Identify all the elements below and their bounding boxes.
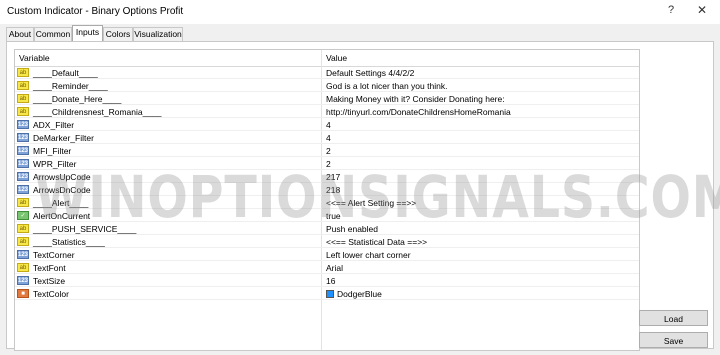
table-row[interactable]: ab ____PUSH_SERVICE____ Push enabled (15, 223, 639, 235)
number-type-icon: 123 (17, 185, 29, 194)
variable-value[interactable]: 4 (326, 120, 331, 130)
table-row[interactable]: 123 ArrowsDnCode 218 (15, 184, 639, 196)
tab-visualization[interactable]: Visualization (133, 27, 183, 41)
variable-value[interactable]: <<== Statistical Data ==>> (326, 237, 427, 247)
title-bar: Custom Indicator - Binary Options Profit… (0, 0, 720, 24)
variable-value[interactable]: http://tinyurl.com/DonateChildrensHomeRo… (326, 107, 511, 117)
table-row[interactable]: ab ____Statistics____ <<== Statistical Dat… (15, 236, 639, 248)
variable-name: ArrowsDnCode (33, 185, 91, 195)
text-type-icon: ab (17, 224, 29, 233)
number-type-icon: 123 (17, 250, 29, 259)
table-row[interactable]: 123 TextCorner Left lower chart corner (15, 249, 639, 261)
variable-name: DeMarker_Filter (33, 133, 94, 143)
variable-name: MFI_Filter (33, 146, 72, 156)
variable-name: AlertOnCurrent (33, 211, 91, 221)
grid-header: Variable Value (15, 50, 639, 67)
number-type-icon: 123 (17, 120, 29, 129)
variable-name: ____PUSH_SERVICE____ (33, 224, 137, 234)
color-swatch (326, 290, 334, 298)
variable-value[interactable]: DodgerBlue (326, 289, 382, 299)
value-column-header: Value (326, 53, 348, 63)
tab-inputs[interactable]: Inputs (72, 25, 103, 42)
table-row[interactable]: ab TextFont Arial (15, 262, 639, 274)
table-row[interactable]: ■ TextColor DodgerBlue (15, 288, 639, 300)
table-row[interactable]: ab ____Donate_Here____ Making Money with i… (15, 93, 639, 105)
variable-value[interactable]: Default Settings 4/4/2/2 (326, 68, 414, 78)
table-row[interactable]: ab ____Reminder____ God is a lot nicer tha… (15, 80, 639, 92)
variable-name: ____Alert____ (33, 198, 89, 208)
save-button[interactable]: Save (639, 332, 708, 348)
text-type-icon: ab (17, 68, 29, 77)
variable-value[interactable]: 2 (326, 146, 331, 156)
variable-value[interactable]: true (326, 211, 341, 221)
variable-value[interactable]: God is a lot nicer than you think. (326, 81, 447, 91)
text-type-icon: ab (17, 81, 29, 90)
color-name: DodgerBlue (337, 289, 382, 299)
color-type-icon: ■ (17, 289, 29, 298)
variable-name: ____Reminder____ (33, 81, 108, 91)
text-type-icon: ab (17, 263, 29, 272)
window-title: Custom Indicator - Binary Options Profit (7, 6, 184, 17)
variable-column-header: Variable (19, 53, 50, 63)
table-row[interactable]: 123 ADX_Filter 4 (15, 119, 639, 131)
variable-name: ADX_Filter (33, 120, 75, 130)
load-button[interactable]: Load (639, 310, 708, 326)
variable-name: TextColor (33, 289, 69, 299)
table-row[interactable]: 123 DeMarker_Filter 4 (15, 132, 639, 144)
number-type-icon: 123 (17, 133, 29, 142)
variable-name: ArrowsUpCode (33, 172, 91, 182)
variable-name: ____Childrensnest_Romania____ (33, 107, 162, 117)
inputs-panel: Variable Value ab ____Default____ Default … (6, 41, 714, 351)
number-type-icon: 123 (17, 172, 29, 181)
variable-value[interactable]: Left lower chart corner (326, 250, 411, 260)
number-type-icon: 123 (17, 159, 29, 168)
table-row[interactable]: ab ____Default____ Default Settings 4/4/2/… (15, 67, 639, 79)
boolean-type-icon: ✓ (17, 211, 29, 220)
variable-value[interactable]: 217 (326, 172, 340, 182)
variable-name: TextSize (33, 276, 66, 286)
number-type-icon: 123 (17, 146, 29, 155)
number-type-icon: 123 (17, 276, 29, 285)
variable-value[interactable]: <<== Alert Setting ==>> (326, 198, 416, 208)
variable-name: TextCorner (33, 250, 75, 260)
variable-value[interactable]: Arial (326, 263, 343, 273)
close-button[interactable]: ✕ (690, 3, 714, 21)
tab-colors[interactable]: Colors (103, 27, 133, 41)
inputs-grid: Variable Value ab ____Default____ Default … (14, 49, 640, 351)
tab-common[interactable]: Common (34, 27, 72, 41)
variable-name: ____Default____ (33, 68, 98, 78)
variable-value[interactable]: 4 (326, 133, 331, 143)
table-row[interactable]: ✓ AlertOnCurrent true (15, 210, 639, 222)
table-row[interactable]: 123 MFI_Filter 2 (15, 145, 639, 157)
variable-name: ____Donate_Here____ (33, 94, 122, 104)
variable-name: TextFont (33, 263, 66, 273)
variable-value[interactable]: 2 (326, 159, 331, 169)
variable-value[interactable]: Making Money with it? Consider Donating … (326, 94, 505, 104)
table-row[interactable]: ab ____Alert____ <<== Alert Setting ==>> (15, 197, 639, 209)
variable-value[interactable]: 218 (326, 185, 340, 195)
table-row[interactable]: ab ____Childrensnest_Romania____ http://ti… (15, 106, 639, 118)
variable-name: ____Statistics____ (33, 237, 105, 247)
text-type-icon: ab (17, 107, 29, 116)
table-row[interactable]: 123 ArrowsUpCode 217 (15, 171, 639, 183)
text-type-icon: ab (17, 198, 29, 207)
text-type-icon: ab (17, 94, 29, 103)
tab-about[interactable]: About (6, 27, 34, 41)
table-row[interactable]: 123 WPR_Filter 2 (15, 158, 639, 170)
variable-name: WPR_Filter (33, 159, 77, 169)
variable-value[interactable]: 16 (326, 276, 335, 286)
text-type-icon: ab (17, 237, 29, 246)
help-button[interactable]: ? (660, 4, 682, 20)
variable-value[interactable]: Push enabled (326, 224, 378, 234)
table-row[interactable]: 123 TextSize 16 (15, 275, 639, 287)
